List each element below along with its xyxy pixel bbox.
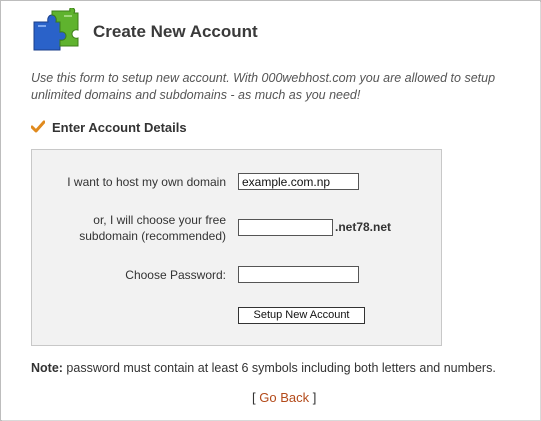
account-form-panel: I want to host my own domain or, I will …: [31, 149, 442, 346]
password-note: Note: password must contain at least 6 s…: [31, 361, 496, 375]
subdomain-label-line1: or, I will choose your free: [93, 213, 226, 227]
bracket-close: ]: [309, 390, 317, 405]
go-back-link[interactable]: Go Back: [259, 390, 309, 405]
page-title: Create New Account: [93, 22, 258, 41]
note-text: password must contain at least 6 symbols…: [62, 361, 496, 375]
go-back-wrapper: [ Go Back ]: [252, 390, 316, 405]
subdomain-label: or, I will choose your free subdomain (r…: [50, 212, 226, 244]
note-prefix: Note:: [31, 361, 63, 375]
subdomain-label-line2: subdomain (recommended): [79, 229, 226, 243]
setup-account-button[interactable]: Setup New Account: [238, 307, 365, 324]
password-input[interactable]: [238, 266, 359, 283]
subdomain-input[interactable]: [238, 219, 333, 236]
intro-text: Use this form to setup new account. With…: [31, 71, 496, 102]
checkmark-icon: [30, 120, 46, 134]
subdomain-suffix: .net78.net: [335, 220, 392, 234]
domain-input[interactable]: [238, 173, 359, 190]
puzzle-piece-icon: [30, 7, 80, 54]
section-title: Enter Account Details: [52, 120, 187, 135]
password-label: Choose Password:: [125, 268, 226, 282]
domain-label: I want to host my own domain: [67, 175, 226, 189]
